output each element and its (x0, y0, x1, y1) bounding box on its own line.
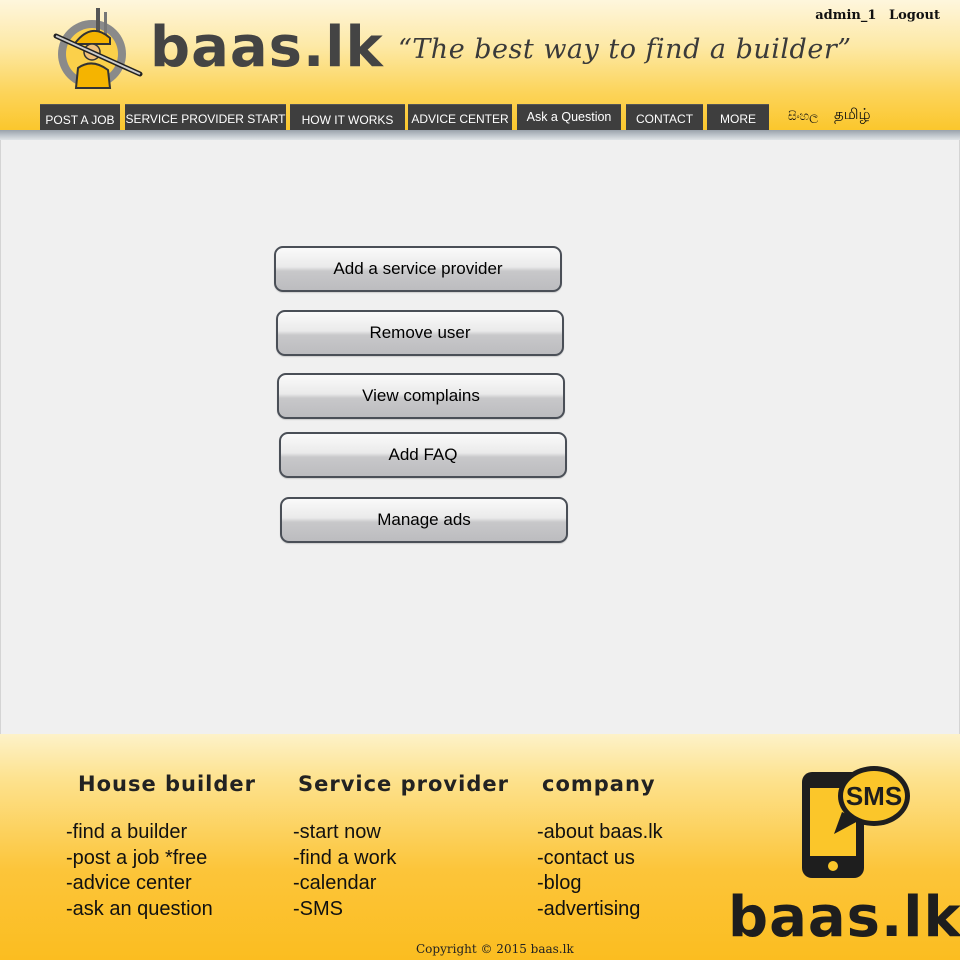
footer-link[interactable]: -post a job *free (66, 846, 213, 872)
footer-link[interactable]: -start now (293, 820, 396, 846)
site-header: baas.lk “The best way to find a builder”… (0, 0, 960, 132)
user-box: admin_1 Logout (807, 8, 940, 23)
footer-col-company-title: company (542, 772, 656, 796)
footer-link[interactable]: -calendar (293, 871, 396, 897)
footer-link[interactable]: -contact us (537, 846, 663, 872)
view-complains-button[interactable]: View complains (277, 373, 565, 419)
lang-sinhala[interactable]: සිංහල (788, 109, 818, 124)
footer-link[interactable]: -advice center (66, 871, 213, 897)
nav-ask-a-question[interactable]: Ask a Question (517, 104, 621, 131)
header-divider (0, 130, 960, 140)
logout-link[interactable]: Logout (889, 8, 940, 23)
footer-service-provider-links: -start now -find a work -calendar -SMS (293, 820, 396, 922)
copyright-text: Copyright © 2015 baas.lk (416, 942, 574, 956)
manage-ads-button[interactable]: Manage ads (280, 497, 568, 543)
username: admin_1 (815, 8, 877, 23)
nav-contact[interactable]: CONTACT (626, 104, 703, 131)
nav-more[interactable]: MORE (707, 104, 769, 131)
footer-house-builder-links: -find a builder -post a job *free -advic… (66, 820, 213, 922)
site-logo-text[interactable]: baas.lk (150, 18, 384, 78)
sms-phone-icon[interactable]: SMS (798, 762, 914, 882)
admin-panel: Add a service provider Remove user View … (0, 140, 960, 735)
sms-label: SMS (846, 781, 902, 811)
footer-link[interactable]: -find a builder (66, 820, 213, 846)
builder-logo-icon[interactable] (52, 8, 144, 92)
nav-how-it-works[interactable]: HOW IT WORKS (290, 104, 405, 131)
footer-link[interactable]: -about baas.lk (537, 820, 663, 846)
footer-logo-text[interactable]: baas.lk (728, 888, 960, 948)
add-faq-button[interactable]: Add FAQ (279, 432, 567, 478)
add-service-provider-button[interactable]: Add a service provider (274, 246, 562, 292)
footer-col-service-provider-title: Service provider (298, 772, 509, 796)
site-footer: House builder -find a builder -post a jo… (0, 734, 960, 960)
remove-user-button[interactable]: Remove user (276, 310, 564, 356)
footer-link[interactable]: -ask an question (66, 897, 213, 923)
footer-link[interactable]: -SMS (293, 897, 396, 923)
lang-tamil[interactable]: தமிழ் (834, 106, 871, 125)
footer-company-links: -about baas.lk -contact us -blog -advert… (537, 820, 663, 922)
footer-link[interactable]: -blog (537, 871, 663, 897)
nav-post-a-job[interactable]: POST A JOB (40, 104, 120, 131)
nav-service-provider-start[interactable]: SERVICE PROVIDER START (125, 104, 286, 131)
nav-advice-center[interactable]: ADVICE CENTER (408, 104, 512, 131)
footer-link[interactable]: -find a work (293, 846, 396, 872)
footer-link[interactable]: -advertising (537, 897, 663, 923)
site-tagline: “The best way to find a builder” (398, 34, 852, 65)
footer-col-house-builder-title: House builder (78, 772, 257, 796)
